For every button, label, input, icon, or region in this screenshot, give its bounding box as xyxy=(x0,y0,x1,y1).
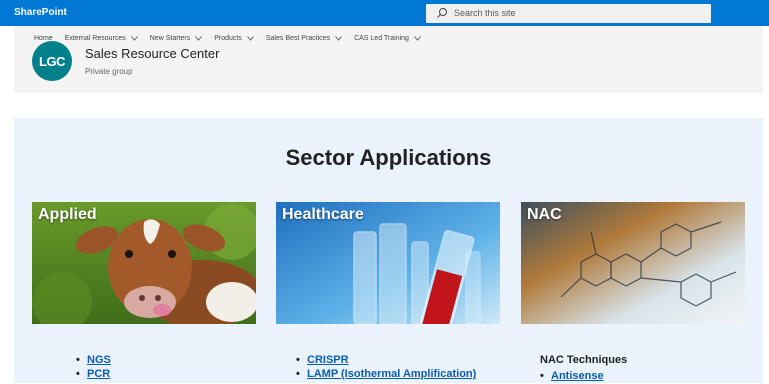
link-lamp[interactable]: LAMP (Isothermal Amplification) xyxy=(307,368,476,380)
search-placeholder: Search this site xyxy=(454,8,516,18)
link-crispr[interactable]: CRISPR xyxy=(307,354,349,366)
healthcare-links-list: • CRISPR • LAMP (Isothermal Amplification) xyxy=(296,354,476,382)
list-item: • Antisense xyxy=(540,370,604,382)
top-nav: Home External Resources New Starters Pro… xyxy=(34,32,433,44)
card-applied-label: Applied xyxy=(38,206,97,223)
site-logo[interactable]: LGC xyxy=(32,41,72,81)
site-header: Home External Resources New Starters Pro… xyxy=(14,26,763,93)
nav-item-external-resources[interactable]: External Resources xyxy=(65,32,138,44)
list-item: • LAMP (Isothermal Amplification) xyxy=(296,368,477,380)
list-item: • PCR xyxy=(76,368,111,380)
site-subtitle: Private group xyxy=(85,67,133,76)
link-ngs[interactable]: NGS xyxy=(87,354,111,366)
section-heading: Sector Applications xyxy=(285,145,492,170)
link-pcr[interactable]: PCR xyxy=(87,368,110,380)
sharepoint-brand[interactable]: SharePoint xyxy=(14,7,67,18)
search-input[interactable]: Search this site xyxy=(426,4,711,23)
chevron-down-icon xyxy=(195,35,203,41)
chevron-down-icon xyxy=(414,35,421,41)
nav-item-cas-led-training[interactable]: CAS Led Training xyxy=(354,32,421,44)
link-antisense[interactable]: Antisense xyxy=(551,370,604,382)
card-healthcare-image[interactable]: Healthcare xyxy=(276,202,500,324)
nac-techniques-heading: NAC Techniques xyxy=(540,354,628,366)
card-nac-label: NAC xyxy=(527,206,562,223)
nav-item-sales-best-practices[interactable]: Sales Best Practices xyxy=(266,32,342,44)
chevron-down-icon xyxy=(130,35,138,41)
site-title[interactable]: Sales Resource Center xyxy=(85,46,219,61)
sector-applications-section: Sector Applications Applied Healthcare N… xyxy=(14,118,763,383)
chevron-down-icon xyxy=(247,35,254,41)
card-applied-image[interactable]: Applied xyxy=(32,202,256,324)
search-icon xyxy=(437,8,447,18)
card-healthcare-label: Healthcare xyxy=(282,206,364,223)
suite-bar: SharePoint Search this site xyxy=(0,0,769,26)
applied-links-list: • NGS • PCR xyxy=(76,354,111,382)
card-nac-image[interactable]: NAC xyxy=(521,202,745,324)
nav-item-products[interactable]: Products xyxy=(214,32,254,44)
chevron-down-icon xyxy=(335,35,342,41)
list-item: • CRISPR xyxy=(296,354,349,366)
nac-links-list: • Antisense xyxy=(540,370,604,384)
nav-item-new-starters[interactable]: New Starters xyxy=(150,32,203,44)
list-item: • NGS xyxy=(76,354,111,366)
